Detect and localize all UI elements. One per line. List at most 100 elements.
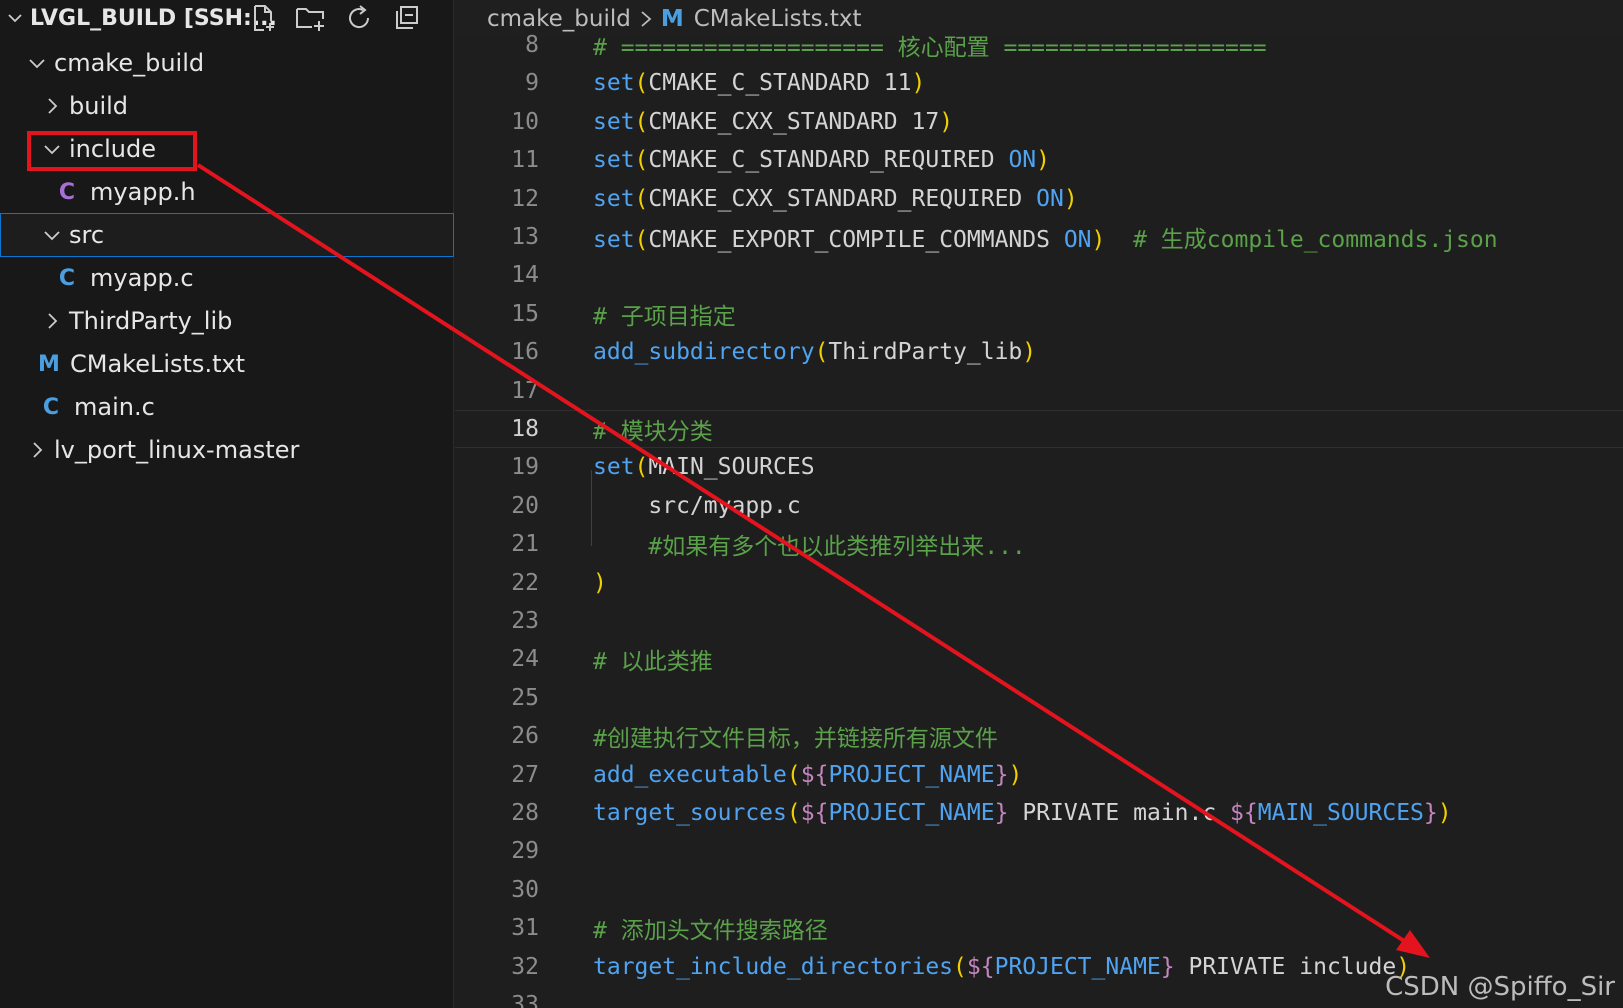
line-number: 15 — [511, 300, 539, 327]
line-number: 17 — [511, 377, 539, 404]
tree-item-label: src — [69, 221, 105, 249]
code-token: # 以此类推 — [593, 649, 713, 676]
line-number: 12 — [511, 185, 539, 212]
code-line[interactable]: 19 set(MAIN_SOURCES — [455, 448, 1623, 486]
code-token: ) — [1091, 227, 1106, 253]
code-line[interactable]: 30 — [455, 871, 1623, 909]
code-line[interactable]: 25 — [455, 679, 1623, 717]
code-token: ) — [939, 108, 954, 135]
code-line[interactable]: 11 set(CMAKE_C_STANDARD_REQUIRED ON) — [455, 141, 1623, 179]
code-token: ON — [1036, 185, 1064, 212]
code-token: ( — [634, 70, 649, 97]
code-token: #创建执行文件目标，并链接所有源文件 — [593, 726, 998, 753]
chevron-down-icon — [41, 224, 63, 246]
explorer-sidebar: LVGL_BUILD [SSH:... cmake_build build in… — [0, 0, 454, 1008]
code-line[interactable]: 26 #创建执行文件目标，并链接所有源文件 — [455, 717, 1623, 755]
tree-file-main-c[interactable]: C main.c — [0, 385, 454, 429]
tree-folder-lv-port-linux-master[interactable]: lv_port_linux-master — [0, 428, 454, 472]
code-token: set — [593, 227, 635, 253]
new-folder-icon[interactable] — [294, 1, 328, 35]
tree-item-label: build — [69, 92, 129, 120]
code-token: ( — [786, 800, 801, 826]
line-number: 25 — [511, 684, 539, 711]
code-token: } — [994, 800, 1009, 826]
code-line[interactable]: 29 — [455, 832, 1623, 870]
code-line[interactable]: 20 src/myapp.c — [455, 487, 1623, 525]
code-token: # 生成compile_commands.json — [1105, 227, 1498, 253]
code-text: # 模块分类 — [593, 412, 713, 446]
refresh-icon[interactable] — [342, 1, 376, 35]
line-number: 22 — [511, 569, 539, 596]
code-token: ) — [911, 70, 926, 97]
tree-item-label: main.c — [74, 393, 155, 421]
tree-item-label: myapp.c — [90, 264, 194, 292]
code-token: MAIN_SOURCES — [648, 454, 815, 481]
line-number: 10 — [511, 108, 539, 135]
new-file-icon[interactable] — [246, 1, 280, 35]
code-text: add_executable(${PROJECT_NAME}) — [593, 762, 1022, 788]
code-token: PRIVATE include — [1174, 953, 1397, 980]
line-number: 9 — [525, 70, 539, 97]
code-token: ( — [634, 185, 649, 212]
watermark: CSDN @Spiffo_Sir — [1385, 972, 1615, 1002]
code-token: set — [593, 70, 635, 97]
line-number: 23 — [511, 608, 539, 634]
workspace-title[interactable]: LVGL_BUILD [SSH:... — [30, 6, 277, 31]
code-token: ) — [1036, 147, 1050, 174]
code-line[interactable]: 9 set(CMAKE_C_STANDARD 11) — [455, 64, 1623, 102]
tree-item-label: ThirdParty_lib — [69, 307, 233, 335]
code-line[interactable]: 8 # =================== 核心配置 ============… — [455, 26, 1623, 64]
code-line[interactable]: 21 #如果有多个也以此类推列举出来... — [455, 525, 1623, 563]
tree-folder-src[interactable]: src — [0, 213, 454, 257]
tree-item-label: lv_port_linux-master — [54, 436, 300, 464]
code-text: # 添加头文件搜索路径 — [593, 911, 828, 945]
code-line[interactable]: 24 # 以此类推 — [455, 640, 1623, 678]
code-token: CMAKE_EXPORT_COMPILE_COMMANDS — [648, 227, 1064, 253]
code-line[interactable]: 22) — [455, 564, 1623, 602]
code-line[interactable]: 27 add_executable(${PROJECT_NAME}) — [455, 756, 1623, 794]
tree-item-label: CMakeLists.txt — [70, 350, 246, 378]
line-number: 8 — [525, 32, 539, 58]
code-text: set(CMAKE_EXPORT_COMPILE_COMMANDS ON) # … — [593, 220, 1498, 254]
code-token: add_subdirectory — [593, 339, 815, 366]
collapse-all-icon[interactable] — [390, 1, 424, 35]
line-number: 19 — [511, 454, 539, 481]
tree-folder-cmake-build[interactable]: cmake_build — [0, 41, 454, 85]
tree-folder-include[interactable]: include — [0, 127, 454, 171]
code-token: ${ — [800, 761, 829, 788]
code-line[interactable]: 31 # 添加头文件搜索路径 — [455, 909, 1623, 947]
chevron-down-icon — [41, 138, 63, 160]
code-line[interactable]: 14 — [455, 256, 1623, 294]
code-text: ) — [593, 570, 607, 596]
tree-file-myapp-h[interactable]: C myapp.h — [0, 170, 454, 214]
explorer-actions — [246, 0, 424, 36]
code-line[interactable]: 28 target_sources(${PROJECT_NAME} PRIVATE… — [455, 794, 1623, 832]
code-line[interactable]: 17 — [455, 372, 1623, 410]
code-token: ( — [814, 339, 829, 366]
code-token: target_include_directories — [593, 953, 954, 980]
code-token: ) — [1063, 185, 1078, 212]
tree-folder-thirdparty-lib[interactable]: ThirdParty_lib — [0, 299, 454, 343]
chevron-down-icon[interactable] — [0, 0, 30, 36]
chevron-down-icon — [26, 52, 48, 74]
code-line[interactable]: 12 set(CMAKE_CXX_STANDARD_REQUIRED ON) — [455, 180, 1623, 218]
c-header-file-icon: C — [58, 179, 76, 205]
code-line[interactable]: 15 # 子项目指定 — [455, 295, 1623, 333]
tree-folder-build[interactable]: build — [0, 84, 454, 128]
line-number: 30 — [511, 876, 539, 903]
code-line[interactable]: 10 set(CMAKE_CXX_STANDARD 17) — [455, 103, 1623, 141]
code-token: CMAKE_CXX_STANDARD_REQUIRED — [648, 185, 1037, 212]
code-line[interactable]: 16 add_subdirectory(ThirdParty_lib) — [455, 333, 1623, 371]
code-token: ) — [1022, 339, 1037, 366]
code-token: PROJECT_NAME — [828, 800, 995, 826]
line-number: 31 — [511, 915, 539, 942]
tree-file-cmakelists[interactable]: M CMakeLists.txt — [0, 342, 454, 386]
tree-file-myapp-c[interactable]: C myapp.c — [0, 256, 454, 300]
code-token: CMAKE_C_STANDARD 11 — [648, 70, 912, 97]
code-line[interactable]: 13 set(CMAKE_EXPORT_COMPILE_COMMANDS ON) … — [455, 218, 1623, 256]
code-line[interactable]: 23 — [455, 602, 1623, 640]
code-token: PROJECT_NAME — [828, 761, 995, 788]
code-token: src/myapp.c — [593, 492, 801, 519]
code-token: ( — [634, 147, 649, 174]
code-line[interactable]: 18 # 模块分类 — [455, 410, 1623, 448]
